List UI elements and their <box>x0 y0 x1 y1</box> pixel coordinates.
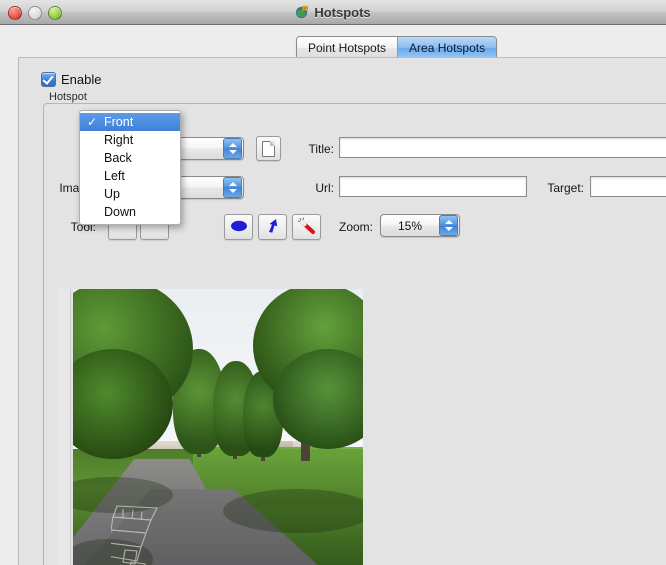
hotspots-window: Hotspots Point Hotspots Area Hotspots En… <box>0 0 666 565</box>
image-dropdown-menu[interactable]: ✓ Front Right Back Left Up Down <box>79 110 181 225</box>
tab-strip: Point Hotspots Area Hotspots <box>0 25 666 60</box>
window-title: Hotspots <box>314 4 371 20</box>
enable-row[interactable]: Enable <box>41 72 101 87</box>
tab-area-hotspots-label: Area Hotspots <box>409 40 486 55</box>
target-input[interactable] <box>590 176 666 197</box>
arrow-tool-button[interactable] <box>258 214 287 240</box>
tab-point-hotspots[interactable]: Point Hotspots <box>297 37 398 59</box>
zoom-popup-button[interactable]: 15% <box>380 214 460 237</box>
menu-item-back[interactable]: Back <box>80 149 180 167</box>
menu-item-down[interactable]: Down <box>80 203 180 221</box>
id-stepper-icon[interactable] <box>223 138 242 159</box>
target-label: Target: <box>547 181 584 195</box>
ellipse-tool-button[interactable] <box>224 214 253 240</box>
zoom-popup-value: 15% <box>397 218 423 233</box>
menu-item-front-label: Front <box>104 115 134 129</box>
menu-item-front[interactable]: ✓ Front <box>80 113 180 131</box>
hotspot-group-label: Hotspot <box>49 91 87 103</box>
checkmark-icon: ✓ <box>87 115 98 129</box>
menu-item-up-label: Up <box>104 187 120 201</box>
enable-label: Enable <box>61 72 102 87</box>
zoom-stepper-icon[interactable] <box>439 215 458 236</box>
ellipse-icon <box>229 218 249 237</box>
document-icon <box>262 140 275 157</box>
tab-point-hotspots-label: Point Hotspots <box>308 40 387 55</box>
globe-hotspot-icon <box>295 5 309 19</box>
menu-item-up[interactable]: Up <box>80 185 180 203</box>
hotspot-image-preview[interactable] <box>73 289 363 565</box>
menu-item-back-label: Back <box>104 151 132 165</box>
window-title-area: Hotspots <box>0 0 666 24</box>
window-titlebar: Hotspots <box>0 0 666 25</box>
arrow-icon <box>264 217 282 238</box>
preview-photo <box>73 289 363 565</box>
menu-item-left[interactable]: Left <box>80 167 180 185</box>
zoom-label: Zoom: <box>338 220 373 234</box>
magic-wand-tool-button[interactable] <box>292 214 321 240</box>
url-label: Url: <box>315 181 334 195</box>
magic-wand-icon <box>297 217 316 238</box>
menu-item-down-label: Down <box>104 205 136 219</box>
tab-area-hotspots[interactable]: Area Hotspots <box>397 37 497 59</box>
hopscotch-chalk-drawing <box>111 505 158 565</box>
url-input[interactable] <box>339 176 527 197</box>
title-label: Title: <box>308 142 334 156</box>
enable-checkbox[interactable] <box>41 72 56 87</box>
title-input[interactable] <box>339 137 666 158</box>
image-stepper-icon[interactable] <box>223 177 242 198</box>
menu-item-left-label: Left <box>104 169 125 183</box>
menu-item-right-label: Right <box>104 133 134 147</box>
document-button[interactable] <box>256 136 281 161</box>
preview-scroll-gutter[interactable] <box>58 289 71 565</box>
menu-item-right[interactable]: Right <box>80 131 180 149</box>
